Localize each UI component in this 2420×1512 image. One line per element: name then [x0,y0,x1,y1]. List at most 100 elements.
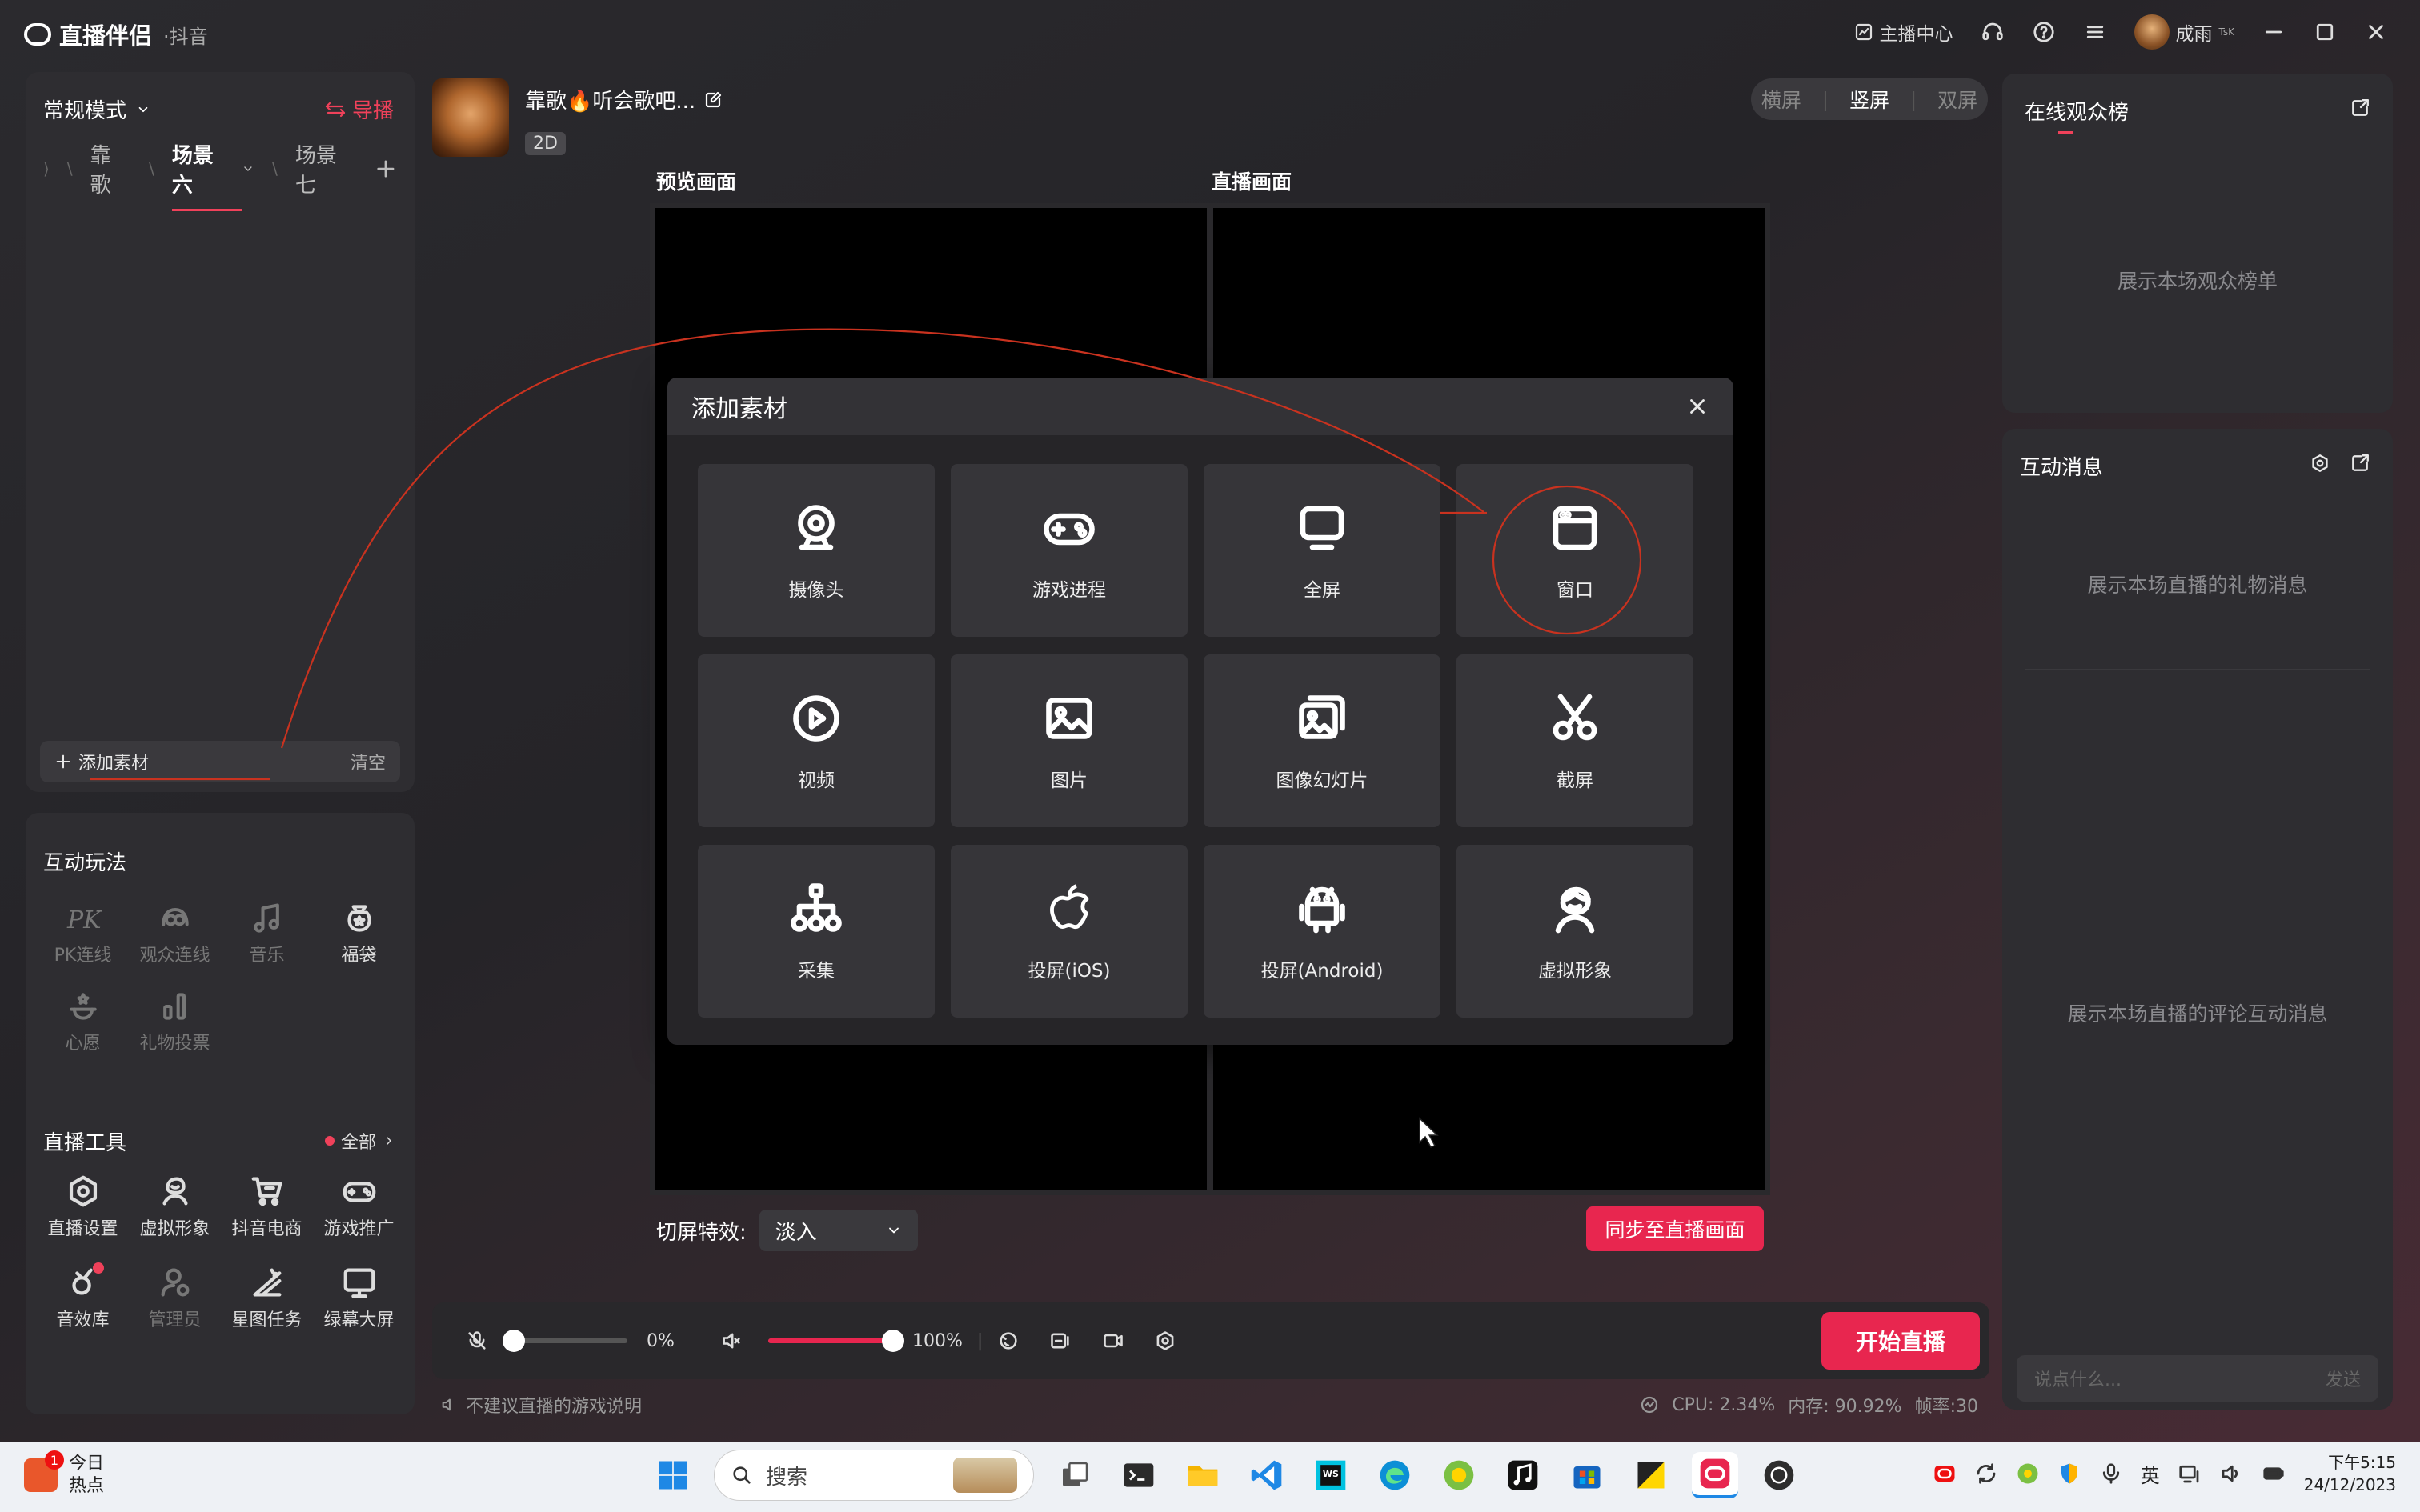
transition-select[interactable]: 淡入 [759,1210,918,1251]
gift-vote-button[interactable]: 礼物投票 [129,989,221,1054]
edit-icon[interactable] [703,90,723,110]
close-icon[interactable] [1685,394,1709,418]
live-companion-tray-icon[interactable] [1933,1462,1957,1486]
source-screenshot-tile[interactable]: 截屏 [1456,654,1693,827]
scene-tab-seven[interactable]: 场景七 [295,139,357,198]
qq-browser-icon[interactable] [1436,1452,1482,1498]
source-android-cast-tile[interactable]: 投屏(Android) [1204,845,1440,1018]
wish-button[interactable]: 心愿 [37,989,129,1054]
source-video-tile[interactable]: 视频 [698,654,935,827]
sticky-notes-icon[interactable] [1628,1452,1674,1498]
speaker-volume-knob[interactable] [882,1330,904,1352]
scene-tab-kaoge[interactable]: 靠歌 [90,139,132,198]
stream-cover-thumbnail[interactable] [432,78,509,157]
live-companion-taskbar-icon[interactable] [1692,1452,1738,1498]
tool-label: 观众连线 [139,946,210,966]
source-game-tile[interactable]: 游戏进程 [951,464,1188,637]
clear-button[interactable]: 清空 [351,749,386,774]
add-source-button[interactable]: 添加素材 [54,749,149,774]
mic-volume-knob[interactable] [503,1330,525,1352]
pop-out-icon[interactable] [2350,98,2370,118]
mode-2d-badge[interactable]: 2D [525,132,566,155]
speaker-volume-slider[interactable] [768,1330,904,1352]
mode-selector[interactable]: 常规模式 [43,94,150,124]
taskbar-search[interactable]: 搜索 [714,1450,1034,1501]
music-button[interactable]: 音乐 [221,901,313,966]
guide-button[interactable]: 导播 [325,94,394,124]
user-profile[interactable]: 成雨 TsK [2134,14,2234,50]
scene-tab-six[interactable]: 场景六 [171,139,242,211]
ime-indicator[interactable]: 英 [2141,1460,2160,1488]
source-slideshow-tile[interactable]: 图像幻灯片 [1204,654,1440,827]
music-app-icon[interactable] [1500,1452,1546,1498]
chatgpt-icon[interactable] [1756,1452,1802,1498]
volume-icon[interactable] [2219,1462,2243,1486]
battery-icon[interactable] [2261,1462,2286,1486]
vscode-icon[interactable] [1244,1452,1290,1498]
tile-label: 窗口 [1557,580,1593,601]
sync-to-live-button[interactable]: 同步至直播画面 [1586,1206,1764,1251]
pop-out-icon[interactable] [2350,453,2370,474]
help-icon[interactable] [2032,20,2056,44]
webstorm-icon[interactable]: WS [1308,1452,1354,1498]
screen-mirror-icon[interactable] [1048,1330,1072,1352]
orientation-landscape[interactable]: 横屏 [1761,85,1801,114]
mic-muted-icon[interactable] [466,1330,488,1352]
sync-icon[interactable] [1974,1462,1998,1486]
headset-icon[interactable] [1981,20,2005,44]
microphone-icon[interactable] [2099,1462,2123,1486]
tools-all-link[interactable]: 全部 [324,1128,395,1154]
chevron-down-icon[interactable] [242,162,254,175]
audience-link-button[interactable]: 观众连线 [129,901,221,966]
menu-icon[interactable] [2083,20,2107,44]
source-fullscreen-tile[interactable]: 全屏 [1204,464,1440,637]
start-live-button[interactable]: 开始直播 [1821,1312,1980,1370]
source-ios-cast-tile[interactable]: 投屏(iOS) [951,845,1188,1018]
video-camera-icon[interactable] [1101,1330,1125,1352]
windows-start-icon[interactable] [650,1452,696,1498]
source-window-tile[interactable]: 窗口 [1456,464,1693,637]
live-settings-button[interactable]: 直播设置 [37,1173,129,1240]
file-explorer-icon[interactable] [1180,1452,1226,1498]
speaker-muted-icon[interactable] [720,1330,743,1352]
minimize-icon[interactable] [2262,20,2286,44]
settings-icon[interactable] [2310,453,2330,474]
virtual-avatar-tool-button[interactable]: 虚拟形象 [129,1173,221,1240]
maximize-icon[interactable] [2313,20,2337,44]
sound-effects-button[interactable]: 音效库 [37,1262,129,1331]
tile-label: 图片 [1051,770,1088,791]
source-capture-tile[interactable]: 采集 [698,845,935,1018]
news-widget[interactable]: 1 今日 热点 [24,1450,104,1498]
tool-label: 礼物投票 [139,1034,210,1054]
security-shield-icon[interactable] [2057,1462,2081,1486]
ecommerce-button[interactable]: 抖音电商 [221,1173,313,1240]
game-notice-link[interactable]: 不建议直播的游戏说明 [440,1392,642,1418]
close-icon[interactable] [2364,20,2388,44]
beauty-filter-icon[interactable] [997,1330,1020,1352]
creator-center-link[interactable]: 主播中心 [1854,18,1953,46]
star-task-button[interactable]: 星图任务 [221,1264,313,1331]
orientation-portrait[interactable]: 竖屏 [1849,85,1889,114]
network-icon[interactable] [2178,1462,2202,1486]
admin-button[interactable]: 管理员 [129,1264,221,1331]
green-screen-button[interactable]: 绿幕大屏 [313,1264,405,1331]
source-image-tile[interactable]: 图片 [951,654,1188,827]
pk-link-button[interactable]: PK PK连线 [37,901,129,966]
qq-browser-tray-icon[interactable] [2016,1462,2040,1486]
add-scene-icon[interactable] [375,158,397,180]
terminal-icon[interactable] [1116,1452,1162,1498]
orientation-dual[interactable]: 双屏 [1937,85,1977,114]
task-view-icon[interactable] [1052,1452,1098,1498]
edge-browser-icon[interactable] [1372,1452,1418,1498]
source-camera-tile[interactable]: 摄像头 [698,464,935,637]
store-icon[interactable] [1564,1452,1610,1498]
mic-volume-slider[interactable] [503,1330,627,1352]
source-virtual-avatar-tile[interactable]: 虚拟形象 [1456,845,1693,1018]
settings-icon[interactable] [1154,1330,1176,1352]
scene-scroll-left[interactable]: ⟩ [43,159,50,178]
chat-input[interactable]: 说点什么... 发送 [2017,1355,2378,1402]
send-button[interactable]: 发送 [2326,1366,2361,1391]
game-promo-button[interactable]: 游戏推广 [313,1173,405,1240]
clock[interactable]: 下午5:15 24/12/2023 [2304,1451,2396,1496]
lucky-bag-button[interactable]: 福袋 [313,901,405,966]
